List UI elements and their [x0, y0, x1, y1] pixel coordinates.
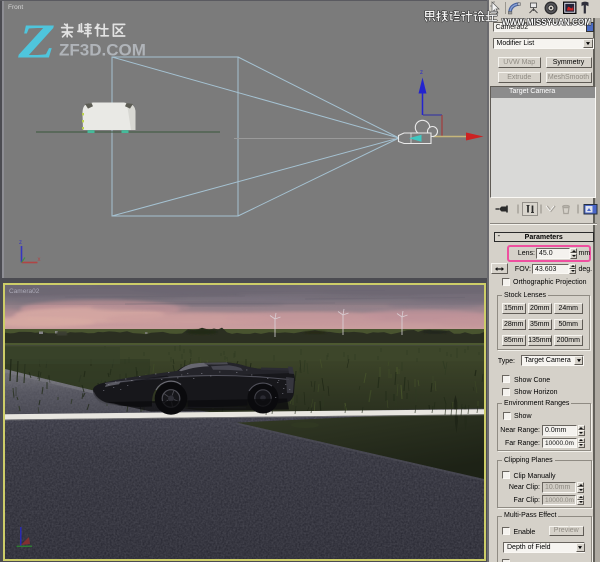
svg-text:z: z	[19, 240, 22, 246]
svg-text:z: z	[420, 70, 423, 76]
svg-text:x: x	[38, 257, 41, 263]
svg-text:ZF3D.COM: ZF3D.COM	[59, 41, 146, 60]
svg-text:Camera02: Camera02	[9, 288, 40, 295]
svg-text:Z: Z	[17, 14, 55, 68]
svg-text:Front: Front	[8, 4, 23, 11]
